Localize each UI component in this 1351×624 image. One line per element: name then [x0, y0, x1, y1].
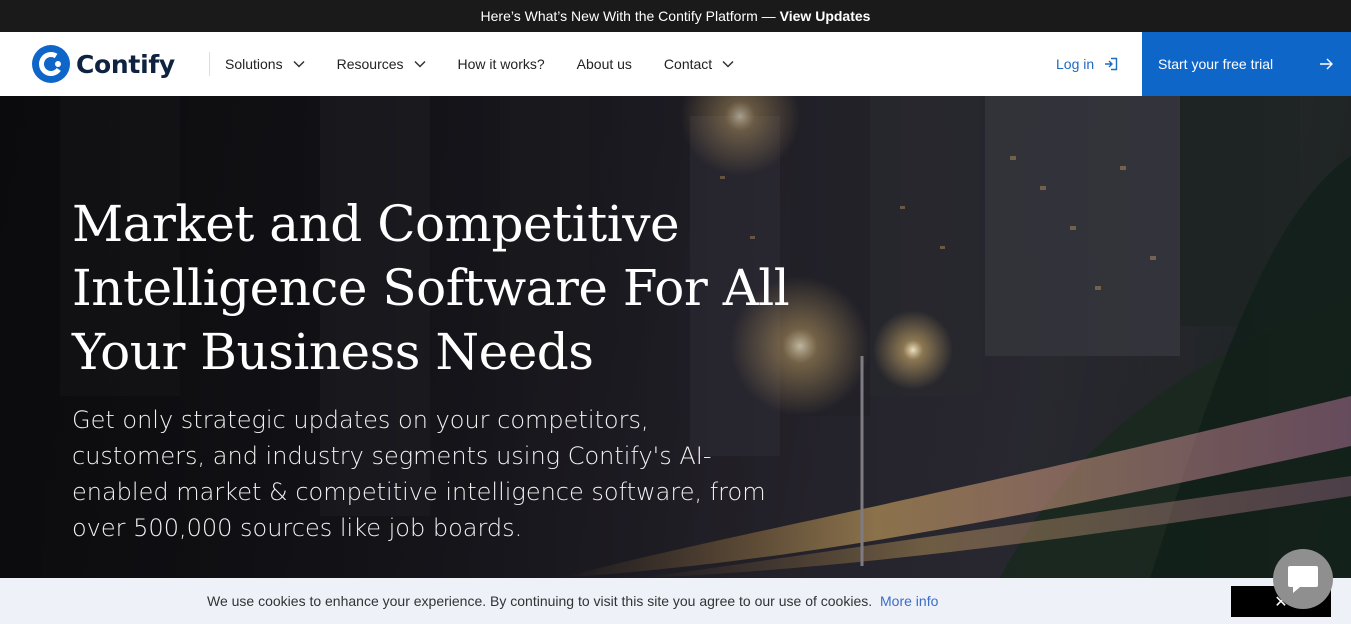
arrow-right-icon — [1320, 58, 1333, 70]
nav-item-label: Solutions — [225, 56, 283, 72]
contify-logo-icon — [32, 45, 70, 83]
nav-item-solutions[interactable]: Solutions — [225, 56, 305, 72]
nav-item-label: How it works? — [457, 56, 545, 72]
view-updates-link[interactable]: View Updates — [780, 8, 871, 24]
nav-item-label: Resources — [336, 56, 404, 72]
nav-item-how-it-works[interactable]: How it works? — [458, 56, 545, 72]
top-nav: Contify Solutions Resources How it works… — [0, 32, 1351, 96]
login-link[interactable]: Log in — [1056, 32, 1118, 96]
chat-bubble-icon — [1288, 566, 1318, 593]
cookie-message: We use cookies to enhance your experienc… — [207, 593, 873, 609]
cookie-text-wrap: We use cookies to enhance your experienc… — [207, 593, 938, 609]
cookie-more-info-link[interactable]: More info — [880, 593, 938, 609]
announcement-bar: Here’s What’s New With the Contify Platf… — [0, 0, 1351, 32]
chevron-down-icon — [722, 60, 734, 68]
chat-widget-button[interactable] — [1273, 549, 1333, 609]
login-arrow-icon — [1105, 57, 1118, 71]
nav-divider — [209, 52, 210, 76]
nav-item-resources[interactable]: Resources — [337, 56, 426, 72]
chevron-down-icon — [413, 60, 426, 68]
nav-item-label: About us — [576, 56, 632, 72]
start-free-trial-button[interactable]: Start your free trial — [1142, 32, 1351, 96]
nav-item-about-us[interactable]: About us — [577, 56, 632, 72]
hero-section: Market and Competitive Intelligence Soft… — [0, 96, 1351, 578]
announcement-text: Here’s What’s New With the Contify Platf… — [480, 8, 776, 24]
chevron-down-icon — [293, 60, 305, 68]
cookie-banner: We use cookies to enhance your experienc… — [0, 578, 1351, 624]
trial-label: Start your free trial — [1158, 56, 1274, 72]
logo-text: Contify — [76, 49, 175, 79]
hero-title: Market and Competitive Intelligence Soft… — [72, 195, 790, 381]
logo[interactable]: Contify — [32, 45, 175, 83]
hero-subtitle: Get only strategic updates on your compe… — [72, 406, 766, 542]
login-label: Log in — [1056, 56, 1095, 72]
nav-menu: Solutions Resources How it works? About … — [225, 32, 766, 96]
nav-item-contact[interactable]: Contact — [664, 56, 734, 72]
nav-item-label: Contact — [663, 56, 713, 72]
